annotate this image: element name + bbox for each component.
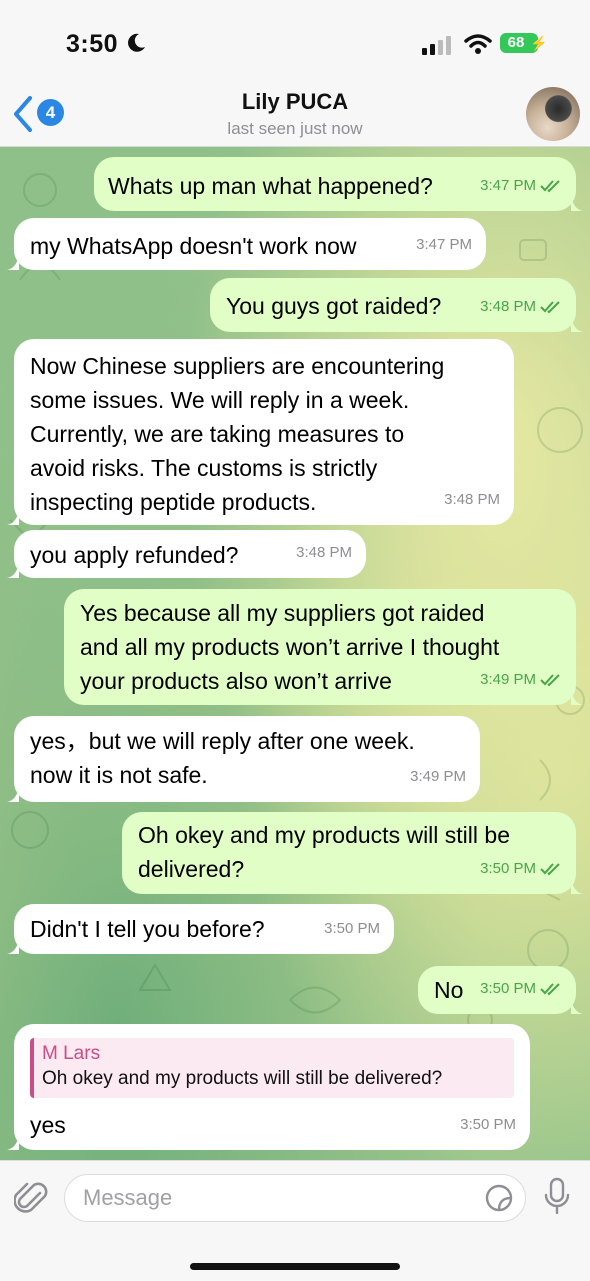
chat-header: 4 Lily PUCA last seen just now: [0, 86, 590, 147]
message-time: 3:48 PM: [296, 544, 352, 561]
microphone-icon[interactable]: [543, 1177, 571, 1217]
message-composer: [0, 1160, 590, 1281]
status-bar: 3:50 68 ⚡: [0, 0, 590, 86]
reply-quoted-text: Oh okey and my products will still be de…: [42, 1068, 443, 1089]
message-time: 3:49 PM: [480, 671, 536, 688]
message-time: 3:49 PM: [410, 768, 466, 785]
message-time: 3:50 PM: [460, 1116, 516, 1133]
attach-icon[interactable]: [14, 1179, 50, 1219]
signal-icon: [422, 36, 451, 55]
status-time: 3:50: [66, 30, 119, 58]
bubble-tail: [7, 562, 19, 578]
bubble-tail: [571, 689, 583, 705]
bubble-tail: [571, 316, 583, 332]
wifi-icon: [464, 34, 492, 54]
bubble-tail: [7, 786, 19, 802]
message-time: 3:48 PM: [444, 491, 500, 508]
message-bubble-incoming[interactable]: you apply refunded? 3:48 PM: [7, 530, 366, 578]
reply-author: M Lars: [42, 1043, 101, 1064]
message-time: 3:50 PM: [480, 980, 536, 997]
chat-title[interactable]: Lily PUCA: [0, 89, 590, 115]
message-bubble-incoming[interactable]: Now Chinese suppliers are encountering s…: [7, 339, 514, 525]
bubble-tail: [7, 1134, 19, 1150]
battery-icon: 68 ⚡: [500, 33, 547, 53]
message-time: 3:47 PM: [480, 177, 536, 194]
message-bubble-outgoing[interactable]: You guys got raided? 3:48 PM: [210, 278, 583, 332]
bubble-tail: [7, 509, 19, 525]
message-bubble-outgoing[interactable]: Yes because all my suppliers got raided …: [64, 589, 583, 705]
charging-bolt-icon: ⚡: [530, 35, 548, 51]
chat-last-seen: last seen just now: [227, 119, 363, 138]
double-check-icon: [540, 983, 560, 996]
double-check-icon: [540, 180, 560, 193]
message-time: 3:47 PM: [416, 236, 472, 253]
message-time: 3:50 PM: [324, 920, 380, 937]
message-bubble-outgoing[interactable]: Oh okey and my products will still be de…: [122, 812, 583, 894]
bubble-tail: [571, 998, 583, 1014]
battery-level: 68: [507, 34, 525, 51]
message-text: yes: [30, 1112, 66, 1138]
message-text: Now Chinese suppliers are encountering s…: [30, 353, 445, 515]
bubble-tail: [7, 938, 19, 954]
message-bubble-outgoing[interactable]: Whats up man what happened? 3:47 PM: [94, 157, 583, 211]
sticker-icon[interactable]: [484, 1183, 514, 1213]
message-bubble-outgoing[interactable]: No 3:50 PM: [418, 966, 583, 1014]
bubble-tail: [571, 195, 583, 211]
message-time: 3:50 PM: [480, 860, 536, 877]
reply-quote[interactable]: M Lars Oh okey and my products will stil…: [30, 1038, 514, 1098]
message-bubble-incoming[interactable]: my WhatsApp doesn't work now 3:47 PM: [7, 218, 486, 270]
moon-icon: [128, 33, 145, 52]
home-indicator: [190, 1263, 400, 1270]
message-input[interactable]: [64, 1174, 526, 1222]
double-check-icon: [540, 301, 560, 314]
message-time: 3:48 PM: [480, 298, 536, 315]
bubble-tail: [571, 878, 583, 894]
message-bubble-incoming[interactable]: yes，but we will reply after one week. no…: [7, 716, 480, 802]
double-check-icon: [540, 863, 560, 876]
contact-avatar[interactable]: [526, 87, 580, 141]
message-bubble-incoming-reply[interactable]: M Lars Oh okey and my products will stil…: [7, 1024, 530, 1150]
message-bubble-incoming[interactable]: Didn't I tell you before? 3:50 PM: [7, 904, 394, 954]
bubble-tail: [7, 254, 19, 270]
double-check-icon: [540, 674, 560, 687]
